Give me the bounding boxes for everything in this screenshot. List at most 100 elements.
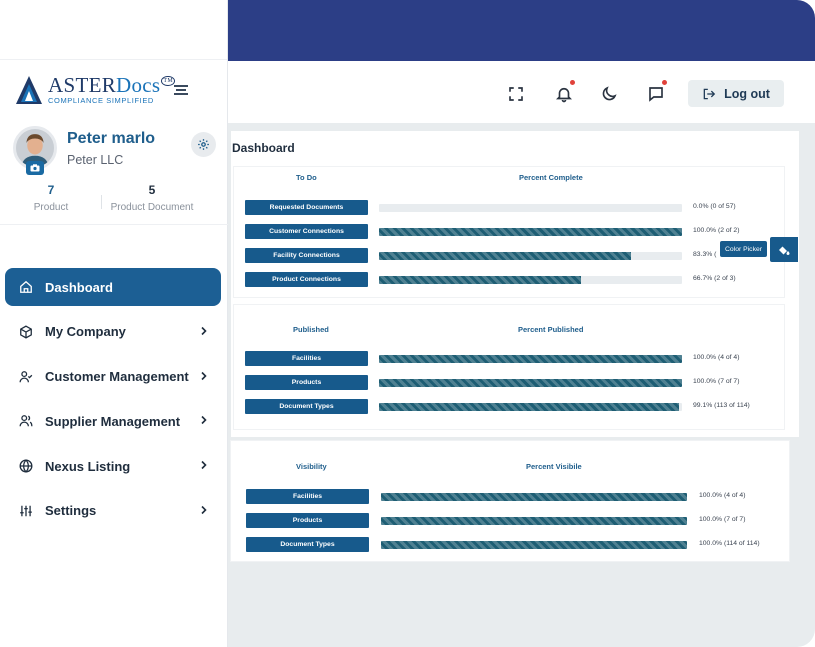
cube-icon <box>18 324 34 340</box>
profile-card: Peter marlo Peter LLC 7 Product 5 Produc… <box>0 123 228 225</box>
percent-text: 100.0% (7 of 7) <box>693 378 740 385</box>
progress-track <box>379 228 682 236</box>
progress-fill <box>379 403 680 411</box>
todo-card: To Do Percent Complete Requested Documen… <box>234 167 784 297</box>
fullscreen-icon[interactable] <box>507 85 525 103</box>
percent-text: 100.0% (4 of 4) <box>693 354 740 361</box>
camera-icon[interactable] <box>26 161 44 175</box>
todo-col-header: To Do <box>296 173 317 182</box>
menu-toggle-icon[interactable] <box>174 85 188 97</box>
sidebar-item-nexus-listing[interactable]: Nexus Listing <box>5 447 221 485</box>
progress-fill <box>381 541 687 549</box>
published-card: Published Percent Published Facilities 1… <box>234 305 784 429</box>
stat-product-value: 7 <box>47 183 55 197</box>
row-button-requested-documents[interactable]: Requested Documents <box>245 200 368 215</box>
row-button-facilities[interactable]: Facilities <box>245 351 368 366</box>
brand-tagline: COMPLIANCE SIMPLIFIED <box>48 96 154 106</box>
row-button-products[interactable]: Products <box>245 375 368 390</box>
color-picker-button[interactable] <box>770 237 798 262</box>
percent-text: 83.3% ( <box>693 251 717 258</box>
stat-product[interactable]: 7 Product <box>26 183 76 213</box>
chevron-right-icon <box>201 461 207 470</box>
logout-icon <box>703 88 716 99</box>
logout-label: Log out <box>724 86 770 101</box>
chevron-right-icon <box>201 505 207 515</box>
progress-fill <box>379 228 682 236</box>
stat-product-document-label: Product Document <box>110 202 194 213</box>
published-col-header: Published <box>293 325 329 334</box>
bell-icon[interactable] <box>555 85 573 103</box>
sidebar-item-supplier-management[interactable]: Supplier Management <box>5 402 221 440</box>
progress-track <box>379 403 682 411</box>
progress-track <box>381 541 687 549</box>
progress-track <box>381 493 687 501</box>
stat-product-document-value: 5 <box>148 183 156 197</box>
percent-visible-header: Percent Visibile <box>526 462 582 471</box>
page-title: Dashboard <box>232 141 295 155</box>
sidebar: AsterDocs TM COMPLIANCE SIMPLIFIED Peter … <box>0 0 228 647</box>
progress-fill <box>381 517 687 525</box>
notification-dot <box>570 80 575 85</box>
profile-company: Peter LLC <box>67 153 124 167</box>
percent-text: 66.7% (2 of 3) <box>693 275 736 282</box>
sidebar-item-label: Customer Management <box>45 369 189 385</box>
visibility-col-header: Visibility <box>296 462 327 471</box>
chevron-right-icon <box>201 326 207 335</box>
moon-icon[interactable] <box>600 85 618 103</box>
gear-icon <box>198 139 209 150</box>
sidebar-nav: Dashboard My Company Customer Management… <box>5 268 221 537</box>
row-button-product-connections[interactable]: Product Connections <box>245 272 368 287</box>
globe-icon <box>18 458 34 474</box>
paint-icon <box>779 246 790 255</box>
progress-track <box>381 517 687 525</box>
percent-text: 100.0% (2 of 2) <box>693 227 740 234</box>
chevron-right-icon <box>201 371 207 380</box>
percent-text: 100.0% (114 of 114) <box>699 540 760 547</box>
message-icon[interactable] <box>647 85 665 103</box>
stat-divider <box>101 195 102 209</box>
sidebar-item-settings[interactable]: Settings <box>5 492 221 530</box>
logo-mark-icon <box>14 74 44 106</box>
percent-text: 100.0% (7 of 7) <box>699 516 746 523</box>
message-dot <box>662 80 667 85</box>
progress-track <box>379 252 682 260</box>
stat-product-label: Product <box>33 202 69 213</box>
toolbar: Log out <box>228 61 815 123</box>
progress-track <box>379 379 682 387</box>
sidebar-item-my-company[interactable]: My Company <box>5 313 221 351</box>
progress-fill <box>379 355 682 363</box>
color-picker-tooltip: Color Picker <box>720 241 768 257</box>
visibility-card: Visibility Percent Visibile Facilities 1… <box>231 441 789 561</box>
row-button-customer-connections[interactable]: Customer Connections <box>245 224 368 239</box>
progress-fill <box>379 276 582 284</box>
chevron-right-icon <box>201 416 207 425</box>
row-button-document-types[interactable]: Document Types <box>246 537 369 552</box>
sidebar-item-dashboard[interactable]: Dashboard <box>5 268 221 306</box>
sidebar-item-customer-management[interactable]: Customer Management <box>5 358 221 396</box>
brand-name-b: Docs <box>116 73 161 98</box>
percent-text: 0.0% (0 of 57) <box>693 203 736 210</box>
percent-text: 100.0% (4 of 4) <box>699 492 746 499</box>
progress-fill <box>381 493 687 501</box>
profile-settings-button[interactable] <box>191 132 216 157</box>
percent-published-header: Percent Published <box>518 325 584 334</box>
progress-fill <box>379 252 632 260</box>
sidebar-top <box>0 0 227 60</box>
stat-product-document[interactable]: 5 Product Document <box>108 183 196 213</box>
user-check-icon <box>18 369 34 385</box>
sliders-icon <box>18 503 34 519</box>
row-button-products[interactable]: Products <box>246 513 369 528</box>
percent-complete-header: Percent Complete <box>519 173 583 182</box>
brand-name-a: Aster <box>48 73 117 98</box>
row-button-facility-connections[interactable]: Facility Connections <box>245 248 368 263</box>
top-banner <box>228 0 815 61</box>
logout-button[interactable]: Log out <box>688 80 784 107</box>
sidebar-item-label: Supplier Management <box>45 413 181 429</box>
home-icon <box>18 279 34 295</box>
trademark: TM <box>161 76 175 87</box>
main-content: Dashboard To Do Percent Complete Request… <box>228 123 815 647</box>
row-button-document-types[interactable]: Document Types <box>245 399 368 414</box>
sidebar-item-label: Dashboard <box>45 279 113 295</box>
sidebar-item-label: Nexus Listing <box>45 458 131 474</box>
row-button-facilities[interactable]: Facilities <box>246 489 369 504</box>
